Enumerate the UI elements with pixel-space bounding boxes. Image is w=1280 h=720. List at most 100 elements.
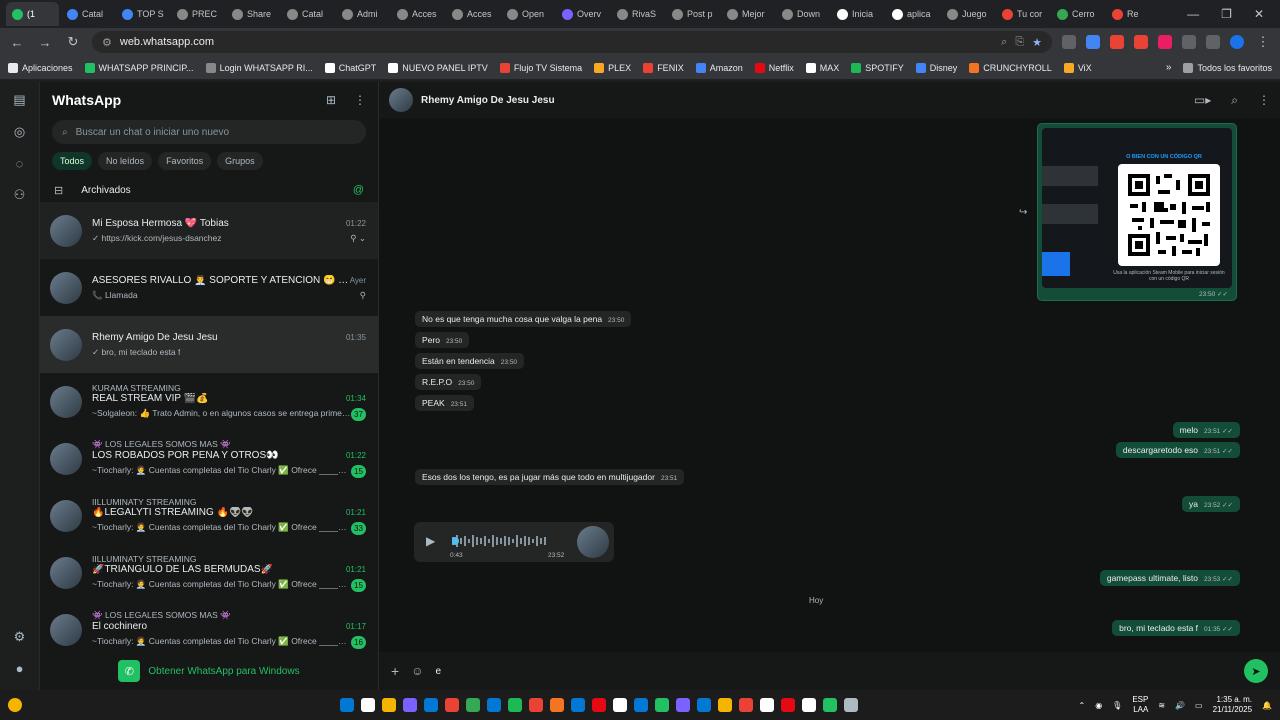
taskbar-app-icon[interactable] xyxy=(487,698,501,712)
qr-image-message[interactable]: O BIEN CON UN CÓDIGO QR Usa la aplicació… xyxy=(1037,123,1237,301)
video-call-icon[interactable]: ▭▸ xyxy=(1194,93,1211,108)
site-info-icon[interactable]: ⚙ xyxy=(102,36,112,49)
browser-tab[interactable]: RivaS xyxy=(611,2,664,26)
settings-icon[interactable]: ⚙ xyxy=(14,629,26,645)
channels-icon[interactable]: ◌ xyxy=(16,156,24,171)
bookmark-item[interactable]: FENIX xyxy=(643,62,684,73)
bookmark-item[interactable]: CRUNCHYROLL xyxy=(969,62,1052,73)
taskbar-app-icon[interactable] xyxy=(592,698,606,712)
extension-icon[interactable] xyxy=(1110,35,1124,49)
all-favorites[interactable]: Todos los favoritos xyxy=(1183,62,1272,73)
menu-kebab-icon[interactable]: ⋮ xyxy=(1258,93,1270,108)
taskbar-app-icon[interactable] xyxy=(361,698,375,712)
taskbar-app-icon[interactable] xyxy=(655,698,669,712)
menu-kebab-icon[interactable]: ⋮ xyxy=(354,93,366,107)
taskbar-app-icon[interactable] xyxy=(802,698,816,712)
taskbar-app-icon[interactable] xyxy=(718,698,732,712)
voice-message[interactable]: ▶ 0:43 23:52 xyxy=(414,522,614,562)
chat-list-item[interactable]: IILLUMINATY STREAMING 🚀TRIANGULO DE LAS B… xyxy=(40,544,378,601)
extension-icon[interactable] xyxy=(1062,35,1076,49)
browser-tab[interactable]: (1 xyxy=(6,2,59,26)
send-icon[interactable]: ➤ xyxy=(1244,659,1268,683)
browser-tab[interactable]: Cerro xyxy=(1051,2,1104,26)
forward-icon[interactable]: ↪ xyxy=(1019,207,1027,218)
volume-icon[interactable]: 🔊 xyxy=(1175,701,1185,710)
browser-tab[interactable]: Juego xyxy=(941,2,994,26)
mic-icon[interactable]: 🎙 xyxy=(1112,701,1122,710)
browser-tab[interactable]: Open xyxy=(501,2,554,26)
archived-row[interactable]: ⊟ Archivados @ xyxy=(40,178,378,202)
message-bubble[interactable]: gamepass ultimate, listo 23:53 ✓✓ xyxy=(1099,570,1240,586)
back-icon[interactable]: ← xyxy=(8,35,26,50)
extension-icon[interactable] xyxy=(1086,35,1100,49)
bookmark-item[interactable]: Amazon xyxy=(695,62,743,73)
tray-chevron-icon[interactable]: ⌃ xyxy=(1078,701,1085,710)
profile-avatar[interactable]: ● xyxy=(16,661,24,676)
chats-icon[interactable]: ▤ xyxy=(13,92,25,108)
location-icon[interactable]: ◉ xyxy=(1095,701,1102,710)
taskbar-app-icon[interactable] xyxy=(424,698,438,712)
bookmark-item[interactable]: Netflix xyxy=(754,62,794,73)
bookmark-item[interactable]: MAX xyxy=(805,62,839,73)
browser-tab[interactable]: Catal xyxy=(281,2,334,26)
zoom-icon[interactable]: ⌕ xyxy=(1001,36,1007,49)
browser-tab[interactable]: TOP S xyxy=(116,2,169,26)
get-app-banner[interactable]: ✆ Obtener WhatsApp para Windows xyxy=(40,652,378,690)
communities-icon[interactable]: ⚇ xyxy=(14,187,26,203)
message-bubble[interactable]: descargaretodo eso 23:51 ✓✓ xyxy=(1115,442,1240,458)
bookmark-item[interactable]: ViX xyxy=(1063,62,1092,73)
filter-chip[interactable]: Favoritos xyxy=(158,152,212,170)
extension-icon[interactable] xyxy=(1158,35,1172,49)
attach-plus-icon[interactable]: + xyxy=(391,663,399,679)
wifi-icon[interactable]: ≋ xyxy=(1158,701,1165,710)
browser-tab[interactable]: Share xyxy=(226,2,279,26)
profile-avatar[interactable] xyxy=(1230,35,1244,49)
bookmark-item[interactable]: NUEVO PANEL IPTV xyxy=(388,62,488,73)
taskbar-app-icon[interactable] xyxy=(634,698,648,712)
taskbar-app-icon[interactable] xyxy=(403,698,417,712)
taskbar-app-icon[interactable] xyxy=(571,698,585,712)
bookmark-item[interactable]: WHATSAPP PRINCIP... xyxy=(84,62,194,73)
browser-tab[interactable]: PREC xyxy=(171,2,224,26)
address-bar[interactable]: ⚙ web.whatsapp.com ⌕ ⎘ ★ xyxy=(92,31,1052,53)
browser-tab[interactable]: Re xyxy=(1106,2,1159,26)
message-input[interactable]: e xyxy=(435,666,1232,677)
message-bubble[interactable]: Pero 23:50 xyxy=(415,332,470,348)
taskbar-app-icon[interactable] xyxy=(760,698,774,712)
taskbar-app-icon[interactable] xyxy=(382,698,396,712)
message-bubble[interactable]: No es que tenga mucha cosa que valga la … xyxy=(415,311,632,327)
message-bubble[interactable]: melo 23:51 ✓✓ xyxy=(1172,422,1240,438)
taskbar-app-icon[interactable] xyxy=(529,698,543,712)
bookmark-item[interactable]: PLEX xyxy=(594,62,631,73)
taskbar-app-icon[interactable] xyxy=(739,698,753,712)
chat-list-item[interactable]: Mi Esposa Hermosa 💖 Tobias 01:22 ✓ https:/… xyxy=(40,202,378,259)
battery-icon[interactable]: ▭ xyxy=(1195,701,1203,710)
message-bubble[interactable]: PEAK 23:51 xyxy=(415,395,474,411)
filter-chip[interactable]: Grupos xyxy=(217,152,263,170)
contact-avatar[interactable] xyxy=(389,88,413,112)
taskbar-app-icon[interactable] xyxy=(340,698,354,712)
browser-tab[interactable]: Overv xyxy=(556,2,609,26)
chat-list-item[interactable]: KURAMA STREAMING REAL STREAM VIP 🎬💰 01:34 ~… xyxy=(40,373,378,430)
play-icon[interactable]: ▶ xyxy=(426,534,435,548)
more-bookmarks-icon[interactable]: » xyxy=(1166,62,1172,73)
taskbar-app-icon[interactable] xyxy=(676,698,690,712)
chat-list-item[interactable]: Rhemy Amigo De Jesu Jesu 01:35 ✓ bro, mi t… xyxy=(40,316,378,373)
taskbar-app-icon[interactable] xyxy=(781,698,795,712)
browser-tab[interactable]: Post p xyxy=(666,2,719,26)
maximize-icon[interactable]: ❐ xyxy=(1221,7,1232,21)
message-bubble[interactable]: Esos dos los tengo, es pa jugar más que … xyxy=(415,469,685,485)
taskbar-app-icon[interactable] xyxy=(550,698,564,712)
bookmark-item[interactable]: Aplicaciones xyxy=(8,62,73,73)
filter-chip[interactable]: Todos xyxy=(52,152,93,170)
browser-tab[interactable]: Acces xyxy=(391,2,444,26)
message-bubble[interactable]: R.E.P.O 23:50 xyxy=(415,374,482,390)
chat-list-item[interactable]: 👾 LOS LEGALES SOMOS MAS 👾 El cochinero 01:… xyxy=(40,601,378,658)
weather-icon[interactable] xyxy=(8,698,22,712)
taskbar-app-icon[interactable] xyxy=(508,698,522,712)
bookmark-item[interactable]: Flujo TV Sistema xyxy=(499,62,582,73)
minimize-icon[interactable]: — xyxy=(1187,7,1199,21)
browser-tab[interactable]: Down xyxy=(776,2,829,26)
menu-kebab-icon[interactable]: ⋮ xyxy=(1254,34,1272,50)
bookmark-item[interactable]: Login WHATSAPP RI... xyxy=(205,62,313,73)
